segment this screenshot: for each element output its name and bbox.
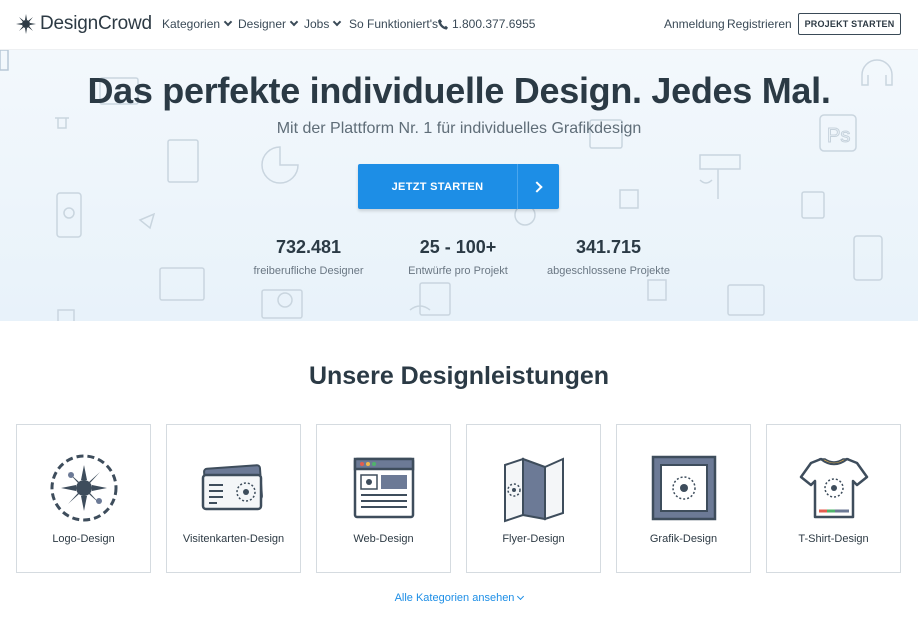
business-card-icon (201, 464, 263, 511)
designcrowd-logo-icon (16, 14, 36, 34)
start-now-button[interactable]: JETZT STARTEN (358, 164, 559, 209)
flyer-icon (503, 457, 564, 523)
nav-designer-label: Designer (238, 17, 287, 31)
hero-title: Das perfekte individuelle Design. Jedes … (87, 70, 831, 111)
service-label: Flyer-Design (502, 533, 565, 545)
service-card-business-card[interactable]: Visitenkarten-Design (166, 424, 301, 573)
stat-label: Entwürfe pro Projekt (408, 265, 508, 277)
phone-number[interactable]: 1.800.377.6955 (438, 17, 535, 31)
login-label: Anmeldung (664, 17, 725, 31)
stat-value: 341.715 (575, 237, 642, 257)
stat-label: abgeschlossene Projekte (547, 265, 670, 277)
nav-jobs[interactable]: Jobs (304, 17, 342, 31)
stat-label: freiberufliche Designer (253, 265, 364, 277)
register-label: Registrieren (727, 17, 792, 31)
service-label: Visitenkarten-Design (182, 533, 285, 545)
top-navigation: DesignCrowd Kategorien Designer Jobs So … (0, 0, 918, 50)
tshirt-icon (799, 457, 868, 519)
nav-how-it-works-label: So Funktioniert's (349, 17, 438, 31)
start-project-button[interactable]: PROJEKT STARTEN (798, 13, 901, 35)
web-design-icon (353, 457, 414, 519)
phone-number-text: 1.800.377.6955 (452, 17, 536, 31)
service-label: T-Shirt-Design (798, 533, 869, 545)
service-card-tshirt[interactable]: T-Shirt-Design (766, 424, 901, 573)
nav-designer[interactable]: Designer (238, 17, 299, 31)
register-link[interactable]: Registrieren (727, 17, 792, 31)
chevron-down-icon (333, 17, 342, 27)
nav-jobs-label: Jobs (304, 17, 330, 31)
hero-section: Ps Das perfekte individuelle Design. Jed… (0, 50, 918, 321)
service-card-logo-design[interactable]: Logo-Design (16, 424, 151, 573)
hero-subtitle: Mit der Plattform Nr. 1 für individuelle… (276, 120, 642, 137)
chevron-down-icon (223, 17, 233, 27)
chevron-down-icon (517, 592, 525, 601)
chevron-down-icon (289, 17, 299, 27)
stat-value: 732.481 (275, 237, 342, 257)
services-title: Unsere Designleistungen (308, 362, 610, 390)
chevron-right-icon (517, 164, 559, 209)
graphic-design-icon (651, 455, 716, 521)
brand-name: DesignCrowd (40, 13, 152, 34)
stat-designs-per-project: 25 - 100+ Entwürfe pro Projekt (398, 237, 518, 277)
service-card-flyer[interactable]: Flyer-Design (466, 424, 601, 573)
logo-design-icon (50, 454, 117, 522)
stat-value: 25 - 100+ (419, 237, 497, 257)
nav-kategorien[interactable]: Kategorien (162, 17, 233, 31)
stat-designers: 732.481 freiberufliche Designer (243, 237, 374, 277)
stat-completed-projects: 341.715 abgeschlossene Projekte (540, 237, 677, 277)
service-card-web-design[interactable]: Web-Design (316, 424, 451, 573)
service-card-graphic-design[interactable]: Grafik-Design (616, 424, 751, 573)
nav-how-it-works[interactable]: So Funktioniert's (349, 17, 438, 31)
service-label: Grafik-Design (649, 533, 718, 545)
all-categories-label: Alle Kategorien ansehen (394, 592, 515, 604)
brand-logo[interactable]: DesignCrowd (16, 13, 152, 35)
service-label: Logo-Design (52, 533, 115, 545)
start-now-label: JETZT STARTEN (391, 180, 484, 193)
service-label: Web-Design (353, 533, 414, 545)
login-link[interactable]: Anmeldung (664, 17, 725, 31)
all-categories-link[interactable]: Alle Kategorien ansehen (0, 592, 918, 604)
nav-kategorien-label: Kategorien (162, 17, 221, 31)
phone-icon (438, 18, 448, 30)
